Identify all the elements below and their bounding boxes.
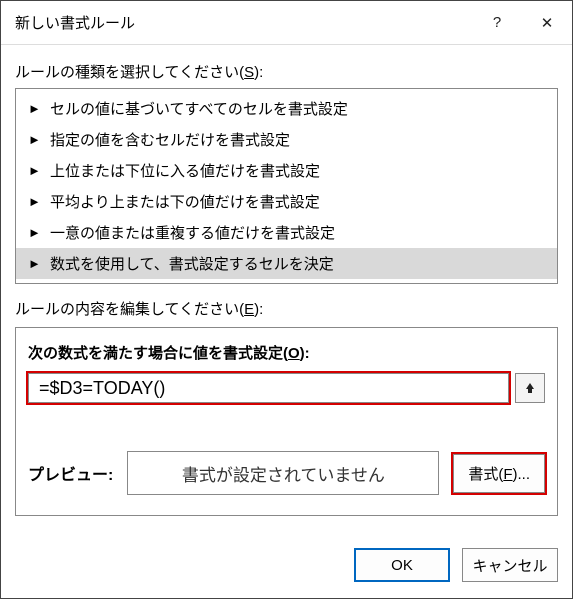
ok-button[interactable]: OK: [354, 548, 450, 582]
rule-type-item[interactable]: ► 一意の値または重複する値だけを書式設定: [16, 217, 557, 248]
rule-type-item[interactable]: ► 指定の値を含むセルだけを書式設定: [16, 124, 557, 155]
rule-edit-section-label: ルールの内容を編集してください(E):: [15, 298, 558, 319]
preview-row: プレビュー: 書式が設定されていません 書式(F)...: [28, 451, 545, 495]
format-btn-post: )...: [513, 466, 531, 483]
rule-type-item[interactable]: ► 数式を使用して、書式設定するセルを決定: [16, 248, 557, 279]
rule-type-section-label: ルールの種類を選択してください(S):: [15, 61, 558, 82]
format-btn-key: F: [503, 466, 512, 483]
cancel-button[interactable]: キャンセル: [462, 548, 558, 582]
help-icon[interactable]: ?: [472, 1, 522, 45]
arrow-icon: ►: [28, 256, 42, 271]
rule-type-label: セルの値に基づいてすべてのセルを書式設定: [50, 98, 348, 119]
arrow-icon: ►: [28, 101, 42, 116]
rule-type-label: 一意の値または重複する値だけを書式設定: [50, 222, 335, 243]
arrow-icon: ►: [28, 194, 42, 209]
collapse-icon: [523, 381, 537, 395]
formula-input-wrap: [28, 373, 509, 403]
rule-type-item[interactable]: ► 平均より上または下の値だけを書式設定: [16, 186, 557, 217]
rule-edit-label-post: ):: [254, 301, 263, 318]
close-icon[interactable]: ✕: [522, 1, 572, 45]
rule-edit-box: 次の数式を満たす場合に値を書式設定(O): プレビュー: 書式が設定されていませ…: [15, 327, 558, 516]
rule-type-listbox[interactable]: ►セルの値に基づいてすべてのセルを書式設定 ►指定の値を含むセルだけを書式設定 …: [15, 88, 558, 284]
formula-label-post: ):: [300, 345, 310, 362]
rule-type-label: 指定の値を含むセルだけを書式設定: [50, 129, 290, 150]
rule-type-label: 平均より上または下の値だけを書式設定: [50, 191, 320, 212]
preview-box: 書式が設定されていません: [127, 451, 439, 495]
rule-type-label-key: S: [244, 64, 254, 81]
formula-row: [28, 373, 545, 403]
arrow-icon: ►: [28, 132, 42, 147]
collapse-dialog-button[interactable]: [515, 373, 545, 403]
rule-type-label: 上位または下位に入る値だけを書式設定: [50, 160, 320, 181]
formula-label-key: O: [288, 345, 300, 362]
formula-input[interactable]: [37, 377, 500, 400]
titlebar: 新しい書式ルール ? ✕: [1, 1, 572, 45]
rule-edit-label-key: E: [244, 301, 254, 318]
rule-type-item[interactable]: ► セルの値に基づいてすべてのセルを書式設定: [16, 93, 557, 124]
rule-edit-label-pre: ルールの内容を編集してください(: [15, 301, 244, 318]
rule-type-label-post: ):: [254, 64, 263, 81]
format-button[interactable]: 書式(F)...: [453, 454, 545, 493]
rule-type-item[interactable]: ► 上位または下位に入る値だけを書式設定: [16, 155, 557, 186]
dialog-new-format-rule: 新しい書式ルール ? ✕ ルールの種類を選択してください(S): ► セルの値に基…: [0, 0, 573, 599]
format-btn-pre: 書式(: [468, 466, 503, 483]
formula-label: 次の数式を満たす場合に値を書式設定(O):: [28, 342, 545, 363]
window-title: 新しい書式ルール: [15, 12, 472, 33]
rule-type-label: 数式を使用して、書式設定するセルを決定: [50, 253, 334, 274]
formula-label-pre: 次の数式を満たす場合に値を書式設定(: [28, 345, 288, 362]
rule-type-label-pre: ルールの種類を選択してください(: [15, 64, 244, 81]
dialog-footer: OK キャンセル: [1, 534, 572, 598]
arrow-icon: ►: [28, 163, 42, 178]
arrow-icon: ►: [28, 225, 42, 240]
preview-label: プレビュー:: [28, 461, 113, 485]
content-area: ルールの種類を選択してください(S): ► セルの値に基づいてすべてのセルを書式設…: [1, 45, 572, 534]
